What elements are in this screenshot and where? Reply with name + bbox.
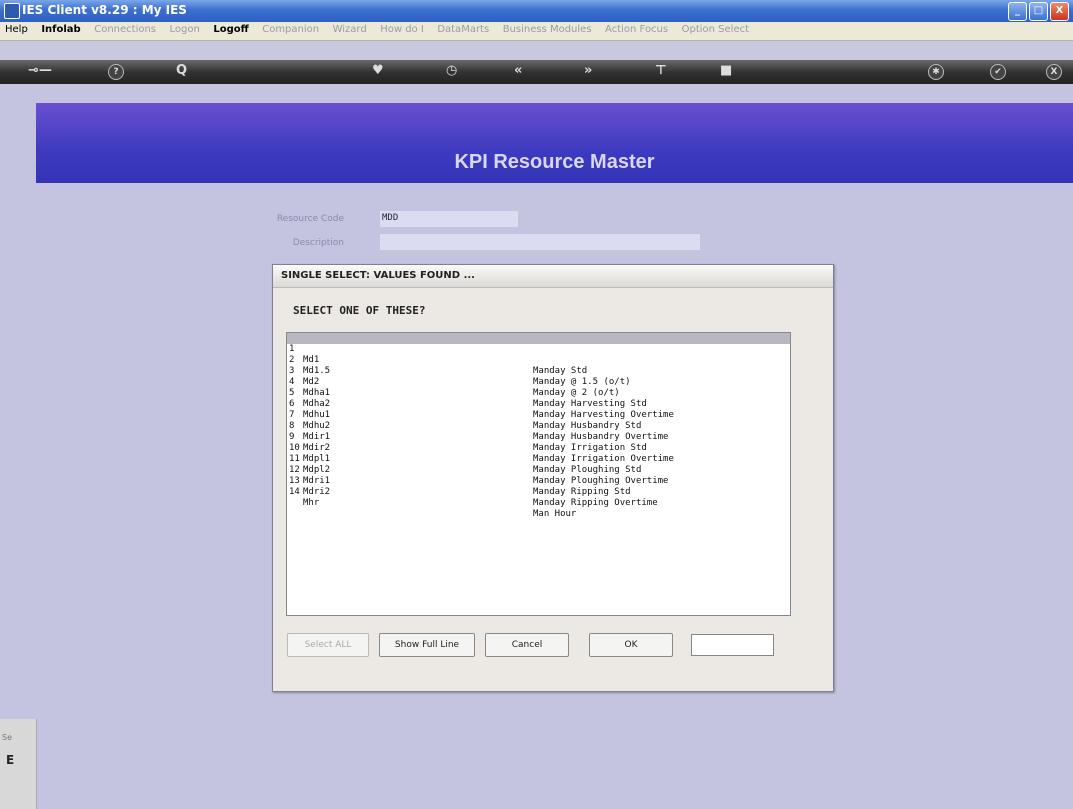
menu-option-select[interactable]: Option Select: [677, 22, 754, 35]
list-item[interactable]: 6 Mdhu1 Manday Husbandry Std: [287, 388, 790, 431]
show-full-line-button[interactable]: Show Full Line: [379, 633, 475, 657]
clock-icon[interactable]: ◷: [446, 63, 457, 78]
menu-how-do-i[interactable]: How do I: [375, 22, 429, 35]
check-icon[interactable]: ✔: [990, 64, 1006, 80]
list-item[interactable]: 7 Mdhu2 Manday Husbandry Overtime: [287, 399, 790, 442]
list-item[interactable]: 14 Mhr Man Hour: [287, 476, 790, 519]
stop-icon[interactable]: ■: [720, 63, 732, 78]
description-label: Description: [292, 238, 344, 248]
resource-code-field[interactable]: MDD: [380, 211, 518, 227]
close-icon[interactable]: X: [1046, 64, 1062, 80]
dialog-title-bar: SINGLE SELECT: VALUES FOUND ...: [273, 265, 833, 288]
select-all-button[interactable]: Select ALL: [287, 633, 369, 657]
list-item[interactable]: 1 Md1 Manday Std: [287, 333, 790, 376]
heart-icon[interactable]: ♥: [372, 63, 384, 78]
key-icon[interactable]: ⊸—: [28, 63, 52, 78]
dialog-prompt: SELECT ONE OF THESE?: [293, 304, 426, 317]
list-item[interactable]: 8 Mdir1 Manday Irrigation Std: [287, 410, 790, 453]
menu-datamarts[interactable]: DataMarts: [432, 22, 494, 35]
minimize-button[interactable]: _: [1008, 2, 1027, 21]
description-field[interactable]: [380, 234, 700, 250]
list-item-description: Manday Ripping Overtime: [533, 498, 658, 508]
list-item-code: Mhr: [303, 498, 320, 508]
next-icon[interactable]: »: [584, 63, 592, 78]
status-value: E: [6, 753, 15, 767]
menu-infolab[interactable]: Infolab: [36, 22, 85, 35]
search-icon[interactable]: Q: [176, 63, 187, 78]
page-banner: KPI Resource Master: [36, 103, 1073, 183]
list-item[interactable]: 3 Md2 Manday @ 2 (o/t): [287, 355, 790, 398]
close-window-button[interactable]: X: [1050, 2, 1069, 21]
menu-logon[interactable]: Logon: [165, 22, 205, 35]
tree-icon[interactable]: ⊤: [655, 63, 667, 78]
dialog-title: SINGLE SELECT: VALUES FOUND ...: [281, 270, 475, 281]
list-item[interactable]: 2 Md1.5 Manday @ 1.5 (o/t): [287, 344, 790, 387]
dialog-input[interactable]: [691, 634, 774, 656]
values-list[interactable]: 1 Md1 Manday Std 2 Md1.5 Manday @ 1.5 (o…: [286, 332, 791, 616]
status-panel: Se E: [0, 719, 37, 809]
menu-companion[interactable]: Companion: [257, 22, 324, 35]
page-title: KPI Resource Master: [454, 151, 655, 173]
list-item-description: Man Hour: [533, 509, 577, 519]
menu-action-focus[interactable]: Action Focus: [600, 22, 673, 35]
list-item[interactable]: 12 Mdri1 Manday Ripping Std: [287, 454, 790, 497]
maximize-button[interactable]: □: [1029, 2, 1048, 21]
list-item[interactable]: 4 Mdha1 Manday Harvesting Std: [287, 366, 790, 409]
list-item[interactable]: 9 Mdir2 Manday Irrigation Overtime: [287, 421, 790, 464]
help-icon[interactable]: ?: [108, 64, 124, 80]
resource-code-label: Resource Code: [276, 214, 344, 224]
status-label: Se: [2, 733, 12, 742]
menu-bar: Help Infolab Connections Logon Logoff Co…: [0, 22, 1073, 41]
list-item-description: Manday Ripping Std: [533, 487, 631, 497]
app-icon: [4, 3, 20, 19]
menu-help[interactable]: Help: [0, 22, 33, 35]
list-item[interactable]: 10 Mdpl1 Manday Ploughing Std: [287, 432, 790, 475]
cancel-button[interactable]: Cancel: [485, 633, 569, 657]
list-item[interactable]: 11 Mdpl2 Manday Ploughing Overtime: [287, 443, 790, 486]
menu-connections[interactable]: Connections: [89, 22, 161, 35]
ok-button[interactable]: OK: [589, 633, 673, 657]
window-controls: _ □ X: [1008, 2, 1069, 21]
menu-business-modules[interactable]: Business Modules: [498, 22, 597, 35]
menu-logoff[interactable]: Logoff: [208, 22, 253, 35]
list-item[interactable]: 5 Mdha2 Manday Harvesting Overtime: [287, 377, 790, 420]
list-item[interactable]: 13 Mdri2 Manday Ripping Overtime: [287, 465, 790, 508]
title-bar: IES Client v8.29 : My IES _ □ X: [0, 0, 1073, 22]
previous-icon[interactable]: «: [514, 63, 522, 78]
window-title: IES Client v8.29 : My IES: [22, 3, 187, 17]
toolbar: ⊸— ? Q ♥ ◷ « » ⊤ ■ ✱ ✔ X: [0, 60, 1073, 84]
settings-icon[interactable]: ✱: [928, 64, 944, 80]
menu-wizard[interactable]: Wizard: [328, 22, 372, 35]
single-select-dialog: SINGLE SELECT: VALUES FOUND ... SELECT O…: [272, 264, 834, 692]
list-item-number: 14: [289, 487, 300, 497]
